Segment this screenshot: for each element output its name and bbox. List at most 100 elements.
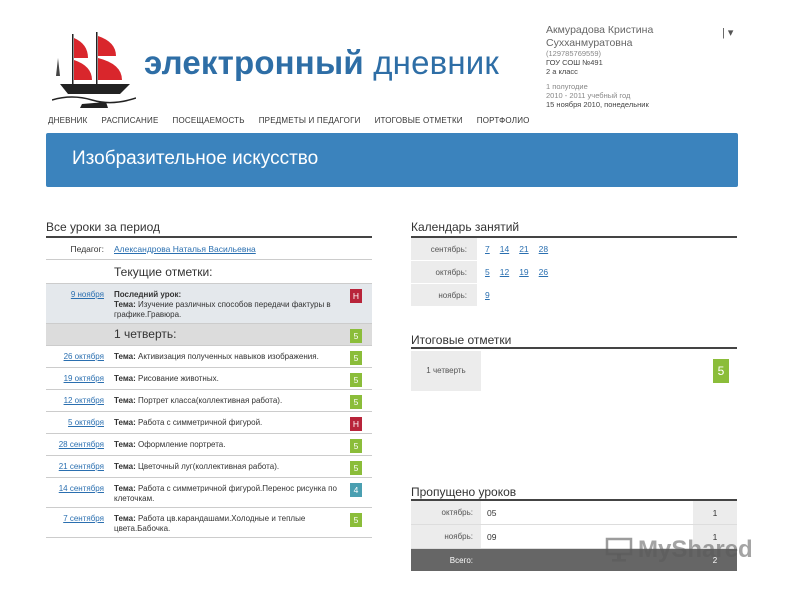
topic-label: Тема: [114,484,136,493]
missed-count: 1 [693,501,737,524]
final-marks-title: Итоговые отметки [411,333,512,347]
mark-badge: Н [350,417,362,431]
mark-badge: 5 [350,329,362,343]
topic-label: Тема: [114,352,136,361]
lesson-topic: Последний урок: Тема: Изучение различных… [114,284,342,323]
lesson-row: 5 октября Тема: Работа с симметричной фи… [46,412,372,434]
missed-total-label: Всего: [449,555,473,565]
calendar-day-link[interactable]: 7 [485,244,490,254]
calendar-day-link[interactable]: 21 [519,244,528,254]
lesson-topic: Тема: Работа с симметричной фигурой. [114,412,342,433]
nav-item-portfolio[interactable]: ПОРТФОЛИО [477,116,530,125]
user-info: Акмурадова Кристина Сухханмуратовна (129… [546,24,716,109]
calendar-day-link[interactable]: 5 [485,267,490,277]
mark-badge: 5 [350,439,362,453]
calendar-row-november: ноябрь: 9 [411,284,737,307]
lesson-topic: Тема: Работа цв.карандашами.Холодные и т… [114,508,342,537]
user-period: 1 полугодие [546,82,588,92]
top-nav: ДНЕВНИК РАСПИСАНИЕ ПОСЕЩАЕМОСТЬ ПРЕДМЕТЫ… [48,116,544,125]
quarter-row: 1 четверть: 5 [46,324,372,346]
user-class: 2 а класс [546,67,578,77]
lesson-row: 26 октября Тема: Активизация полученных … [46,346,372,368]
ship-logo-icon [52,32,136,108]
calendar-day-link[interactable]: 26 [539,267,548,277]
user-date: 15 ноября 2010, понедельник [546,100,649,110]
mark-badge: Н [350,289,362,303]
nav-item-schedule[interactable]: РАСПИСАНИЕ [101,116,158,125]
calendar-row-october: октябрь: 5 12 19 26 [411,261,737,284]
lesson-topic: Тема: Оформление портрета. [114,434,342,455]
topic-text: Цветочный луг(коллективная работа). [138,462,280,471]
nav-item-final-marks[interactable]: ИТОГОВЫЕ ОТМЕТКИ [375,116,463,125]
topic-text: Изучение различных способов передачи фак… [114,300,331,319]
user-id: (129785769559) [546,49,602,59]
nav-item-subjects[interactable]: ПРЕДМЕТЫ И ПЕДАГОГИ [259,116,361,125]
nav-item-diary[interactable]: ДНЕВНИК [48,116,87,125]
lesson-date-link[interactable]: 21 сентября [46,456,104,477]
calendar-month: октябрь: [411,261,477,283]
missed-month: ноябрь: [411,525,481,548]
user-name: Акмурадова Кристина Сухханмуратовна [546,24,654,49]
lesson-row: 7 сентября Тема: Работа цв.карандашами.Х… [46,508,372,538]
topic-text: Работа с симметричной фигурой. [138,418,263,427]
lessons-table: Педагог: Александрова Наталья Васильевна… [46,236,372,538]
presentation-icon [605,537,633,562]
current-marks-title: Текущие отметки: [46,260,372,284]
topic-label: Тема: [114,396,136,405]
topic-text: Активизация полученных навыков изображен… [138,352,319,361]
calendar-table: сентябрь: 7 14 21 28 октябрь: 5 12 19 26… [411,236,737,307]
calendar-day-link[interactable]: 19 [519,267,528,277]
mark-badge: 5 [350,461,362,475]
lesson-date-link[interactable]: 28 сентября [46,434,104,455]
lesson-topic: Тема: Портрет класса(коллективная работа… [114,390,342,411]
lesson-date-link[interactable]: 5 октября [46,412,104,433]
topic-label: Тема: [114,514,136,523]
calendar-day-link[interactable]: 28 [539,244,548,254]
lesson-date-link[interactable]: 12 октября [46,390,104,411]
teacher-row: Педагог: Александрова Наталья Васильевна [46,238,372,260]
calendar-month: ноябрь: [411,284,477,306]
lesson-date-link[interactable]: 19 октября [46,368,104,389]
brand-part1: электронный [144,44,364,81]
lesson-date-link[interactable]: 14 сентября [46,478,104,507]
final-quarter-label: 1 четверть [411,351,481,391]
calendar-day-link[interactable]: 14 [500,244,509,254]
calendar-day-link[interactable]: 12 [500,267,509,277]
topic-label: Тема: [114,374,136,383]
missed-value: 05 [487,507,497,518]
missed-row: октябрь: 05 1 [411,501,737,525]
user-year: 2010 - 2011 учебный год [546,91,631,101]
topic-label: Тема: [114,418,136,427]
subject-banner: Изобразительное искусство [46,133,738,187]
watermark-text: MyShared [638,536,753,563]
lesson-row: 14 сентября Тема: Работа с симметричной … [46,478,372,508]
final-marks-row: 1 четверть 5 [411,351,737,391]
mark-badge: 5 [350,373,362,387]
lesson-row: 19 октября Тема: Рисование животных. 5 [46,368,372,390]
topic-text: Оформление портрета. [138,440,226,449]
watermark: MyShared [604,536,753,564]
calendar-row-september: сентябрь: 7 14 21 28 [411,238,737,261]
missed-month: октябрь: [411,501,481,524]
lesson-row: 28 сентября Тема: Оформление портрета. 5 [46,434,372,456]
calendar-day-link[interactable]: 9 [485,290,490,300]
lesson-date-link[interactable]: 7 сентября [46,508,104,537]
missed-title: Пропущено уроков [411,485,517,499]
last-lesson-row: 9 ноября Последний урок: Тема: Изучение … [46,284,372,324]
mark-badge: 4 [350,483,362,497]
user-school: ГОУ СОШ №491 [546,58,603,68]
lesson-date-link[interactable]: 9 ноября [46,284,104,323]
last-lesson-label: Последний урок: [114,290,182,299]
teacher-link[interactable]: Александрова Наталья Васильевна [114,244,256,254]
topic-label: Тема: [114,300,136,309]
subject-title: Изобразительное искусство [72,148,319,169]
topic-text: Работа с симметричной фигурой.Перенос ри… [114,484,337,503]
mark-badge: 5 [350,513,362,527]
lesson-topic: Тема: Рисование животных. [114,368,342,389]
calendar-title: Календарь занятий [411,220,520,234]
nav-item-attendance[interactable]: ПОСЕЩАЕМОСТЬ [173,116,245,125]
lesson-topic: Тема: Работа с симметричной фигурой.Пере… [114,478,342,507]
final-divider [411,347,737,349]
user-menu-toggle[interactable]: | ▾ [722,26,733,39]
lesson-date-link[interactable]: 26 октября [46,346,104,367]
